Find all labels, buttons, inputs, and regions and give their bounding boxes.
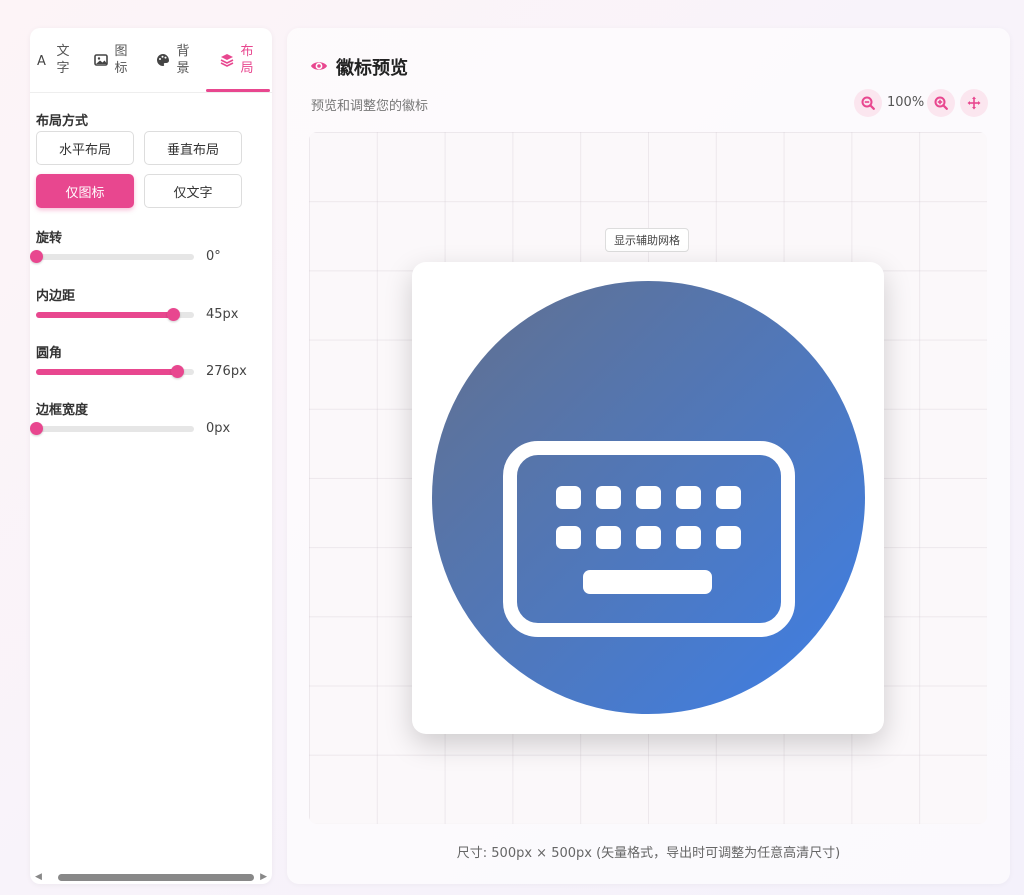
rotation-slider[interactable]	[30, 250, 194, 263]
tab-label: 图标	[114, 44, 128, 76]
border-width-slider[interactable]	[30, 422, 194, 435]
zoom-out-icon	[861, 96, 875, 110]
eye-icon	[311, 62, 327, 70]
corner-radius-value: 276px	[206, 364, 247, 379]
svg-text:A: A	[37, 54, 46, 67]
tab-label: 布局	[240, 44, 254, 76]
rotation-label: 旋转	[36, 231, 63, 246]
badge-preview-card	[412, 262, 884, 734]
padding-label: 内边距	[36, 289, 76, 304]
slider-thumb[interactable]	[30, 250, 43, 263]
preview-subtitle: 预览和调整您的徽标	[311, 99, 429, 114]
preview-title: 徽标预览	[336, 58, 408, 79]
settings-tabs: A 文字 图标 背景 布局	[30, 28, 272, 93]
vertical-layout-button[interactable]: 垂直布局	[144, 131, 242, 165]
scrollbar-thumb[interactable]	[58, 874, 254, 881]
border-width-value: 0px	[206, 421, 231, 436]
slider-fill	[36, 369, 177, 375]
keyboard-icon	[503, 441, 795, 637]
size-info: 尺寸: 500px × 500px (矢量格式，导出时可调整为任意高清尺寸)	[456, 846, 841, 861]
zoom-level: 100%	[887, 95, 925, 110]
corner-radius-label: 圆角	[36, 346, 63, 361]
layout-mode-label: 布局方式	[36, 114, 89, 129]
scroll-left-icon[interactable]: ◀	[35, 872, 42, 882]
rotation-value: 0°	[206, 249, 221, 264]
tab-layout[interactable]: 布局	[220, 28, 254, 92]
icon-only-button[interactable]: 仅图标	[36, 174, 134, 208]
slider-thumb[interactable]	[167, 308, 181, 321]
tab-background[interactable]: 背景	[156, 28, 190, 92]
slider-thumb[interactable]	[30, 422, 43, 435]
slider-fill	[36, 312, 174, 318]
badge-background	[432, 281, 865, 714]
zoom-in-button[interactable]	[927, 89, 955, 117]
pan-button[interactable]	[960, 89, 988, 117]
preview-canvas[interactable]: 显示辅助网格	[309, 132, 987, 824]
scroll-right-icon[interactable]: ▶	[260, 872, 267, 882]
move-icon	[967, 96, 981, 110]
image-icon	[94, 53, 108, 67]
horizontal-layout-button[interactable]: 水平布局	[36, 131, 134, 165]
preview-panel: 徽标预览 预览和调整您的徽标 100% 显示辅助网格 尺寸: 500px × 5…	[287, 28, 1010, 884]
tab-text[interactable]: A 文字	[36, 28, 70, 92]
padding-slider[interactable]	[36, 308, 194, 321]
padding-value: 45px	[206, 307, 239, 322]
palette-icon	[156, 53, 170, 67]
settings-panel: A 文字 图标 背景 布局 布局方式 水平布局 垂直布局 仅图标 仅文字 旋转	[30, 28, 272, 884]
horizontal-scrollbar[interactable]: ◀ ▶	[30, 870, 272, 884]
zoom-out-button[interactable]	[854, 89, 882, 117]
layers-icon	[220, 53, 234, 67]
text-icon: A	[36, 53, 50, 67]
tab-label: 文字	[56, 44, 70, 76]
corner-radius-slider[interactable]	[36, 365, 194, 378]
border-width-label: 边框宽度	[36, 403, 89, 418]
zoom-in-icon	[934, 96, 948, 110]
slider-thumb[interactable]	[170, 365, 184, 378]
show-grid-button[interactable]: 显示辅助网格	[605, 228, 689, 252]
active-tab-indicator	[206, 89, 270, 92]
tab-icon[interactable]: 图标	[94, 28, 128, 92]
text-only-button[interactable]: 仅文字	[144, 174, 242, 208]
tab-label: 背景	[176, 44, 190, 76]
